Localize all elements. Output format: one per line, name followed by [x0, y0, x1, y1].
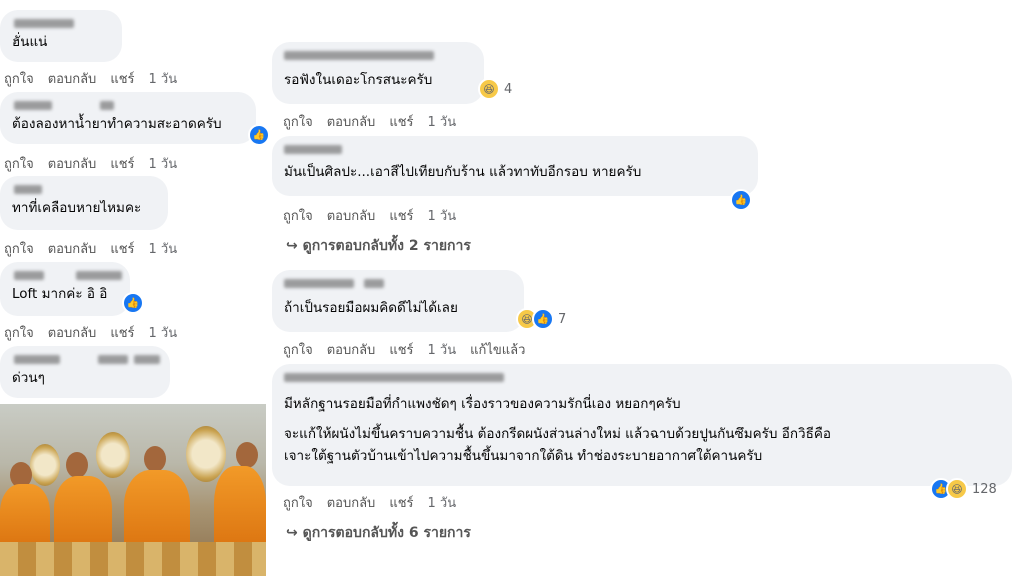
timestamp[interactable]: 1 วัน: [149, 157, 178, 172]
comment-bubble: ฮั่นแน่: [0, 10, 122, 62]
reactions[interactable]: 😆 👍 7: [516, 308, 566, 330]
comment-actions: ถูกใจ ตอบกลับ แชร์ 1 วัน: [4, 322, 191, 343]
view-replies-link[interactable]: ↪ ดูการตอบกลับทั้ง 2 รายการ: [286, 235, 471, 257]
like-link[interactable]: ถูกใจ: [283, 115, 313, 130]
reply-link[interactable]: ตอบกลับ: [327, 209, 376, 224]
comment-text: Loft มากค่ะ อิ อิ: [12, 286, 108, 302]
comment-actions: ถูกใจ ตอบกลับ แชร์ 1 วัน: [283, 205, 470, 226]
reply-link[interactable]: ตอบกลับ: [48, 326, 97, 341]
like-link[interactable]: ถูกใจ: [283, 209, 313, 224]
view-replies-label: ดูการตอบกลับทั้ง 6 รายการ: [302, 525, 471, 541]
haha-icon: 😆: [478, 78, 500, 100]
author-name-blurred: [284, 49, 472, 63]
author-name-blurred: [12, 183, 156, 197]
timestamp[interactable]: 1 วัน: [149, 72, 178, 87]
reply-link[interactable]: ตอบกลับ: [327, 496, 376, 511]
reply-arrow-icon: ↪: [286, 238, 303, 254]
like-link[interactable]: ถูกใจ: [4, 72, 34, 87]
like-icon: 👍: [730, 189, 752, 211]
reply-link[interactable]: ตอบกลับ: [48, 157, 97, 172]
floor-mat: [0, 542, 266, 576]
reaction-count: 7: [558, 311, 567, 327]
timestamp[interactable]: 1 วัน: [428, 343, 457, 358]
share-link[interactable]: แชร์: [110, 157, 134, 172]
comment-text: ทาที่เคลือบหายไหมคะ: [12, 200, 142, 216]
author-name-blurred: [284, 277, 512, 291]
reply-link[interactable]: ตอบกลับ: [327, 343, 376, 358]
timestamp[interactable]: 1 วัน: [149, 326, 178, 341]
reply-link[interactable]: ตอบกลับ: [327, 115, 376, 130]
monk-head: [66, 452, 88, 478]
comment-text: ถ้าเป็นรอยมือผมคิดดีไม่ได้เลย: [284, 300, 458, 316]
comment-actions: ถูกใจ ตอบกลับ แชร์ 1 วัน: [283, 492, 470, 513]
timestamp[interactable]: 1 วัน: [428, 496, 457, 511]
like-icon: 👍: [532, 308, 554, 330]
reply-link[interactable]: ตอบกลับ: [48, 242, 97, 257]
monk-head: [236, 442, 258, 468]
comment-bubble: มีหลักฐานรอยมือที่กำแพงชัดๆ เรื่องราวของ…: [272, 364, 1012, 486]
reply-arrow-icon: ↪: [286, 525, 303, 541]
comment-actions: ถูกใจ ตอบกลับ แชร์ 1 วัน: [4, 153, 191, 174]
author-name-blurred: [12, 17, 110, 31]
view-replies-link[interactable]: ↪ ดูการตอบกลับทั้ง 6 รายการ: [286, 522, 471, 544]
like-link[interactable]: ถูกใจ: [283, 496, 313, 511]
author-name-blurred: [284, 143, 746, 157]
reactions[interactable]: 👍 😆 128: [930, 478, 997, 500]
timestamp[interactable]: 1 วัน: [428, 209, 457, 224]
author-name-blurred: [12, 353, 160, 367]
comment-bubble: ด่วนๆ: [0, 346, 170, 398]
comment-actions: ถูกใจ ตอบกลับ แชร์ 1 วัน: [283, 111, 470, 132]
share-link[interactable]: แชร์: [389, 209, 413, 224]
comment-actions: ถูกใจ ตอบกลับ แชร์ 1 วัน: [4, 238, 191, 259]
attached-photo[interactable]: [0, 404, 266, 576]
share-link[interactable]: แชร์: [110, 326, 134, 341]
like-link[interactable]: ถูกใจ: [283, 343, 313, 358]
comment-text-line-3: เจาะใต้ฐานตัวบ้านเข้าไปความชื้นขึ้นมาจาก…: [284, 448, 763, 464]
comment-text-line-2: จะแก้ให้ผนังไม่ขึ้นคราบความชื้น ต้องกรีด…: [284, 426, 831, 442]
monk-head: [144, 446, 166, 472]
reactions[interactable]: 👍: [122, 292, 144, 314]
comment-bubble: ทาที่เคลือบหายไหมคะ: [0, 176, 168, 230]
comment-text: รอฟังในเดอะโกรสนะครับ: [284, 72, 433, 88]
comment-bubble: มันเป็นศิลปะ...เอาสีไปเทียบกับร้าน แล้วท…: [272, 136, 758, 196]
comment-bubble: ถ้าเป็นรอยมือผมคิดดีไม่ได้เลย: [272, 270, 524, 332]
reaction-count: 128: [972, 481, 997, 497]
timestamp[interactable]: 1 วัน: [428, 115, 457, 130]
comment-text: ด่วนๆ: [12, 370, 45, 386]
author-name-blurred: [12, 99, 244, 113]
comment-text: มันเป็นศิลปะ...เอาสีไปเทียบกับร้าน แล้วท…: [284, 164, 642, 180]
author-name-blurred: [284, 371, 1000, 385]
reactions[interactable]: 👍: [730, 189, 752, 211]
author-name-blurred: [12, 269, 122, 283]
ceremonial-fan: [186, 426, 226, 482]
comment-bubble: ต้องลองหาน้ำยาทำความสะอาดครับ: [0, 92, 256, 144]
haha-icon: 😆: [946, 478, 968, 500]
share-link[interactable]: แชร์: [110, 242, 134, 257]
timestamp[interactable]: 1 วัน: [149, 242, 178, 257]
ceremonial-fan: [30, 444, 60, 486]
comment-actions: ถูกใจ ตอบกลับ แชร์ 1 วัน: [4, 68, 191, 89]
share-link[interactable]: แชร์: [389, 115, 413, 130]
like-icon: 👍: [248, 124, 270, 146]
share-link[interactable]: แชร์: [389, 343, 413, 358]
edited-label: แก้ไขแล้ว: [470, 343, 526, 358]
comment-text: ฮั่นแน่: [12, 34, 48, 50]
comment-bubble: รอฟังในเดอะโกรสนะครับ: [272, 42, 484, 104]
like-icon: 👍: [122, 292, 144, 314]
like-link[interactable]: ถูกใจ: [4, 157, 34, 172]
reply-link[interactable]: ตอบกลับ: [48, 72, 97, 87]
comment-text: มีหลักฐานรอยมือที่กำแพงชัดๆ เรื่องราวของ…: [284, 396, 681, 412]
comment-actions: ถูกใจ ตอบกลับ แชร์ 1 วัน แก้ไขแล้ว: [283, 339, 539, 360]
reaction-count: 4: [504, 81, 513, 97]
reactions[interactable]: 😆 4: [478, 78, 512, 100]
comment-text: ต้องลองหาน้ำยาทำความสะอาดครับ: [12, 116, 222, 132]
comment-bubble: Loft มากค่ะ อิ อิ: [0, 262, 130, 316]
like-link[interactable]: ถูกใจ: [4, 326, 34, 341]
share-link[interactable]: แชร์: [389, 496, 413, 511]
reactions[interactable]: 👍: [248, 124, 270, 146]
ceremonial-fan: [96, 432, 130, 478]
share-link[interactable]: แชร์: [110, 72, 134, 87]
view-replies-label: ดูการตอบกลับทั้ง 2 รายการ: [302, 238, 471, 254]
like-link[interactable]: ถูกใจ: [4, 242, 34, 257]
